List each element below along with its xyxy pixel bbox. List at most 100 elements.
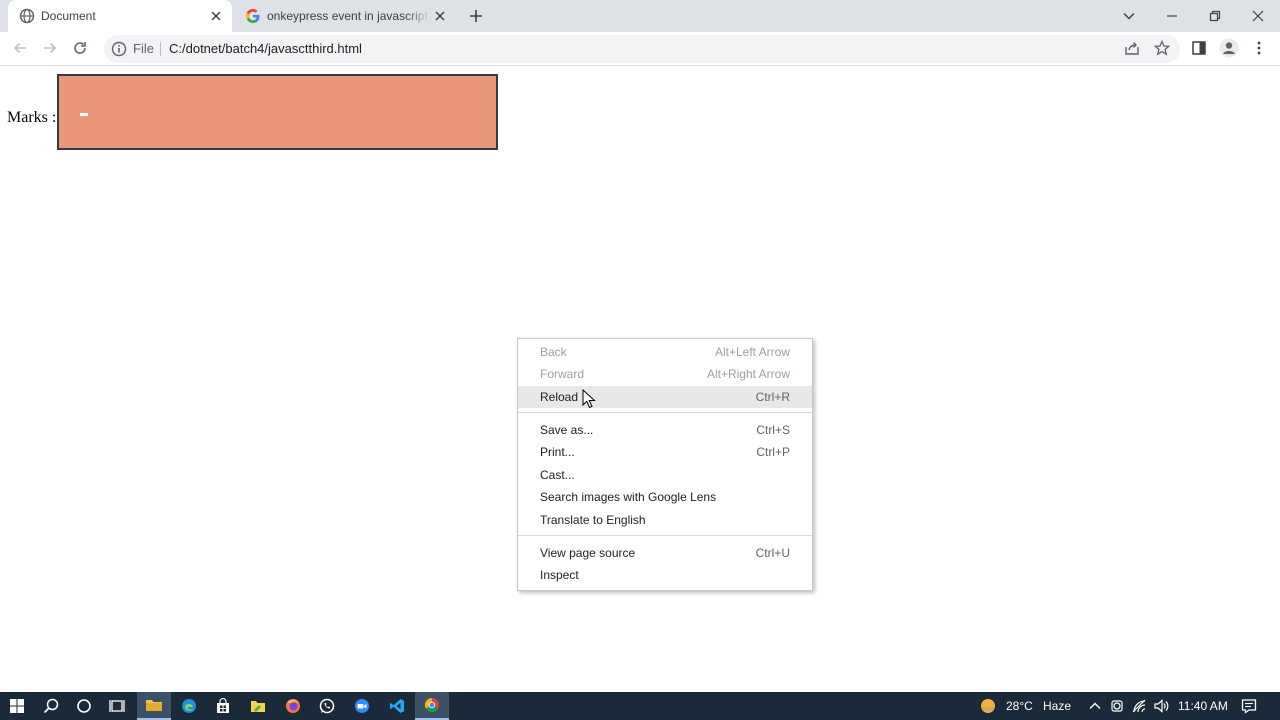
menu-item-label: Print... [540,445,575,459]
url-text[interactable]: C:/dotnet/batch4/javasctthird.html [169,35,362,63]
search-icon [43,698,59,714]
menu-item-forward[interactable]: Forward Alt+Right Arrow [518,363,812,385]
tab-search-button[interactable] [1107,0,1151,32]
marks-label: Marks : [7,109,57,126]
store-bag-icon [217,698,229,713]
weather-description[interactable]: Haze [1043,692,1071,720]
weather-sun-icon[interactable] [980,698,996,714]
back-arrow-icon[interactable] [12,40,28,56]
menu-item-inspect[interactable]: Inspect [518,564,812,586]
address-bar[interactable]: File C:/dotnet/batch4/javasctthird.html [104,35,1180,63]
profile-avatar-icon[interactable] [1219,38,1239,58]
whatsapp-icon [319,698,335,714]
chrome-button[interactable] [415,692,449,720]
wifi-icon[interactable] [1131,698,1147,714]
marks-input[interactable] [57,74,498,150]
task-view-icon [109,700,125,712]
menu-item-reload[interactable]: Reload Ctrl+R [518,386,812,408]
weather-temperature[interactable]: 28°C [1006,692,1033,720]
meet-now-icon[interactable] [1109,698,1125,714]
omnibox-divider [160,42,161,56]
url-scheme-label: File [133,41,154,56]
menu-item-save-as[interactable]: Save as... Ctrl+S [518,419,812,441]
menu-item-label: Forward [540,367,585,381]
chrome-icon [424,697,439,713]
menu-item-label: Back [540,345,567,359]
menu-item-label: Reload [540,390,579,404]
browser-toolbar: File C:/dotnet/batch4/javasctthird.html [0,32,1280,66]
mouse-pointer-icon [582,389,596,409]
close-tab-icon[interactable] [210,10,222,22]
info-icon[interactable] [111,41,127,57]
video-meeting-icon [355,699,369,713]
restore-icon [1209,10,1221,22]
menu-item-translate[interactable]: Translate to English [518,509,812,531]
cortana-circle-icon [77,699,91,713]
menu-item-shortcut: Alt+Right Arrow [706,367,790,381]
menu-item-label: Search images with Google Lens [540,490,717,504]
notification-center-icon[interactable] [1241,698,1257,714]
tab-title: Document [41,9,96,23]
menu-item-label: Cast... [540,468,575,482]
close-window-button[interactable] [1236,0,1280,32]
kebab-menu-icon[interactable] [1251,40,1267,56]
bookmark-star-icon[interactable] [1154,40,1170,56]
tab-google-search[interactable]: onkeypress event in javascript - Google … [234,0,456,32]
vscode-button[interactable] [380,692,414,720]
minimize-icon [1167,15,1177,17]
windows-taskbar: 28°C Haze 11:40 AM [0,692,1280,720]
text-caret [80,113,88,116]
google-icon [246,9,260,23]
new-tab-icon[interactable] [468,8,484,24]
windows-logo-icon [10,699,24,713]
file-explorer-button[interactable] [137,692,171,720]
folder-icon [146,700,162,711]
cortana-button[interactable] [67,692,101,720]
edge-button[interactable] [172,692,206,720]
folder-shortcut-icon [251,701,265,712]
menu-item-shortcut: Ctrl+P [756,445,790,459]
menu-separator [518,535,812,536]
tab-title: onkeypress event in javascript - Google … [267,9,430,23]
firefox-icon [286,699,300,713]
menu-item-shortcut: Ctrl+U [755,546,790,560]
chevron-down-icon [1123,12,1135,20]
menu-separator [518,412,812,413]
tab-document[interactable]: Document [8,0,232,32]
volume-icon[interactable] [1153,698,1169,714]
menu-item-shortcut: Ctrl+S [756,423,790,437]
close-icon [1252,10,1264,22]
menu-item-view-source[interactable]: View page source Ctrl+U [518,542,812,564]
menu-item-label: Save as... [540,423,594,437]
globe-icon [19,8,35,24]
edge-browser-icon [182,699,196,713]
menu-item-cast[interactable]: Cast... [518,464,812,486]
menu-item-shortcut: Ctrl+R [755,390,790,404]
reload-icon[interactable] [72,40,88,56]
store-button[interactable] [206,692,240,720]
chevron-up-icon[interactable] [1087,698,1103,714]
task-view-button[interactable] [100,692,134,720]
zoom-app-button[interactable] [345,692,379,720]
tab-strip: Document onkeypress event in javascript … [0,0,1280,32]
firefox-button[interactable] [276,692,310,720]
taskbar-search-button[interactable] [34,692,68,720]
forward-arrow-icon[interactable] [42,40,58,56]
menu-item-shortcut: Alt+Left Arrow [714,345,790,359]
menu-item-google-lens[interactable]: Search images with Google Lens [518,486,812,508]
menu-item-label: Translate to English [540,513,646,527]
whatsapp-button[interactable] [310,692,344,720]
clock-time[interactable]: 11:40 AM [1178,692,1228,720]
vscode-icon [390,699,404,713]
start-button[interactable] [0,692,34,720]
menu-item-back[interactable]: Back Alt+Left Arrow [518,341,812,363]
restore-button[interactable] [1193,0,1237,32]
menu-item-label: Inspect [540,568,579,582]
close-tab-icon[interactable] [434,10,446,22]
context-menu: Back Alt+Left Arrow Forward Alt+Right Ar… [517,338,813,591]
share-icon[interactable] [1124,40,1140,56]
sticky-folder-button[interactable] [241,692,275,720]
minimize-button[interactable] [1150,0,1194,32]
side-panel-icon[interactable] [1191,40,1207,56]
menu-item-print[interactable]: Print... Ctrl+P [518,441,812,463]
